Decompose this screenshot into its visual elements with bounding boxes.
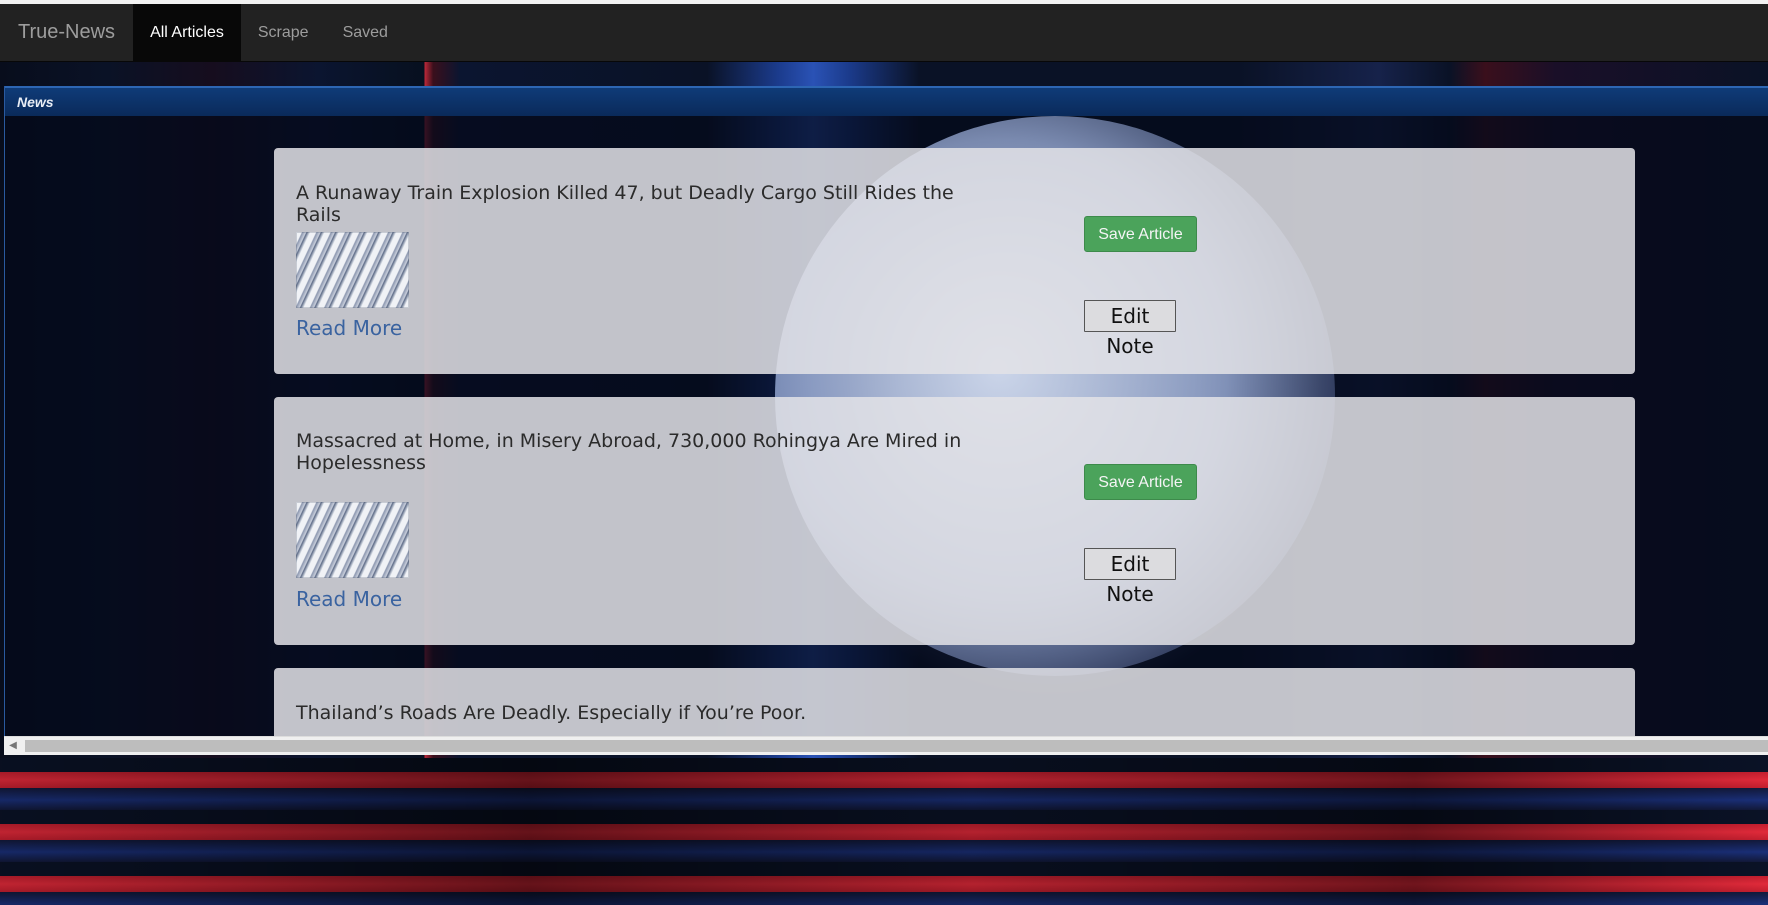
scroll-left-icon[interactable]: ◀ <box>4 737 22 755</box>
horizontal-scrollbar[interactable]: ◀ <box>4 736 1768 755</box>
navbar: True-News All Articles Scrape Saved <box>0 4 1768 62</box>
background-stripes <box>0 758 1768 905</box>
article-card: A Runaway Train Explosion Killed 47, but… <box>274 148 1635 374</box>
article-thumbnail <box>296 232 409 308</box>
nav-saved[interactable]: Saved <box>326 4 405 61</box>
panel-header: News <box>5 86 1768 116</box>
save-article-button[interactable]: Save Article <box>1084 216 1197 252</box>
article-card: Thailand’s Roads Are Deadly. Especially … <box>274 668 1635 736</box>
article-title: A Runaway Train Explosion Killed 47, but… <box>296 182 954 226</box>
save-article-button[interactable]: Save Article <box>1084 464 1197 500</box>
news-panel: News A Runaway Train Explosion Killed 47… <box>4 86 1768 736</box>
brand-link[interactable]: True-News <box>0 4 133 61</box>
edit-note-button[interactable]: Edit Note <box>1084 300 1176 358</box>
article-card: Massacred at Home, in Misery Abroad, 730… <box>274 397 1635 645</box>
scrollbar-thumb[interactable] <box>25 740 1768 752</box>
article-thumbnail <box>296 502 409 578</box>
read-more-link[interactable]: Read More <box>296 587 402 611</box>
article-title: Thailand’s Roads Are Deadly. Especially … <box>296 702 807 724</box>
article-title: Massacred at Home, in Misery Abroad, 730… <box>296 430 962 474</box>
read-more-link[interactable]: Read More <box>296 316 402 340</box>
edit-note-button[interactable]: Edit Note <box>1084 548 1176 606</box>
nav-scrape[interactable]: Scrape <box>241 4 326 61</box>
nav-all-articles[interactable]: All Articles <box>133 4 241 61</box>
